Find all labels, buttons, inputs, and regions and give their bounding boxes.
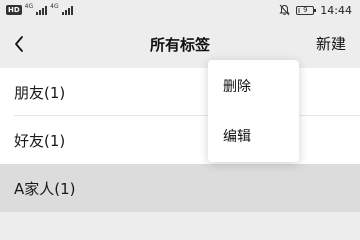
menu-item-label: 删除 — [223, 79, 251, 95]
tag-label: 好友(1) — [14, 132, 66, 150]
status-time: 14:44 — [320, 3, 352, 17]
new-tag-button[interactable]: 新建 — [316, 33, 346, 54]
nav-header: 所有标签 新建 — [0, 20, 360, 68]
mute-bell-icon — [279, 4, 291, 16]
status-right: 9 14:44 — [279, 3, 352, 17]
page-title: 所有标签 — [149, 36, 210, 54]
tag-label: 朋友(1) — [14, 84, 66, 102]
network-type-1: 4G — [24, 3, 34, 10]
battery-icon: 9 — [296, 5, 317, 15]
network-type-2: 4G — [50, 3, 59, 10]
battery-level: 9 — [303, 5, 308, 14]
hd-badge: HD — [6, 5, 22, 15]
signal-icon — [36, 5, 48, 15]
tag-item-family[interactable]: A家人(1) — [0, 164, 360, 212]
status-left: HD 4G 4G — [6, 4, 73, 16]
menu-item-edit[interactable]: 编辑 — [208, 110, 299, 160]
menu-item-label: 编辑 — [223, 129, 251, 145]
signal-icon-2 — [61, 5, 73, 15]
context-menu: 删除 编辑 — [208, 60, 299, 162]
tag-item-good-friends[interactable]: 好友(1) — [0, 116, 360, 164]
tag-list: 朋友(1) 好友(1) A家人(1) — [0, 68, 360, 212]
tag-item-friends[interactable]: 朋友(1) — [0, 68, 360, 116]
tag-label: A家人(1) — [14, 180, 76, 198]
status-bar: HD 4G 4G 9 14:44 — [0, 0, 360, 20]
menu-item-delete[interactable]: 删除 — [208, 60, 299, 110]
